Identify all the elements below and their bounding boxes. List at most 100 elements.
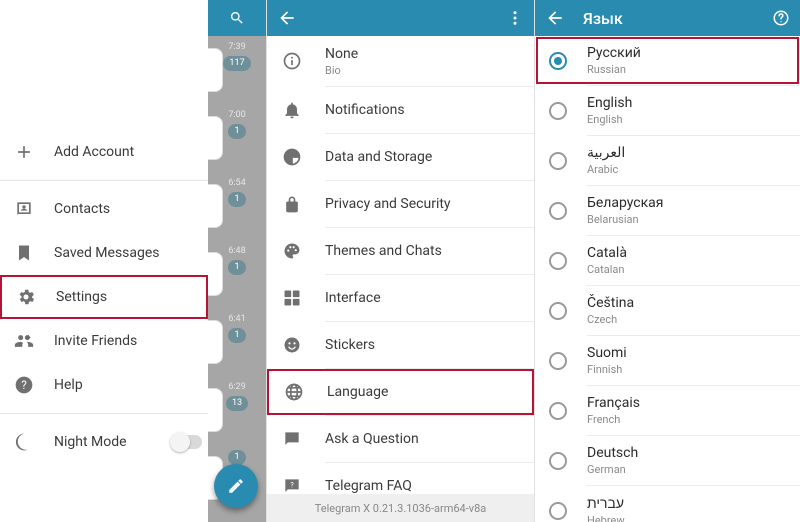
chat-time: 6:54 (228, 178, 245, 188)
language-screen: Язык РусскийRussianEnglishEnglishالعربية… (534, 0, 800, 522)
settings-item-label: Notifications (325, 102, 405, 118)
settings-item-themes-and-chats[interactable]: Themes and Chats (267, 228, 534, 274)
drawer-item-label: Night Mode (54, 434, 127, 450)
language-native: Deutsch (587, 445, 638, 461)
bookmark-icon (14, 243, 34, 263)
settings-item-language[interactable]: Language (267, 369, 534, 415)
palette-icon (281, 240, 303, 262)
language-english: Belarusian (587, 213, 663, 226)
chat-time: 6:41 (228, 314, 245, 324)
lock-icon (281, 193, 303, 215)
settings-item-label: Stickers (325, 337, 375, 353)
language-option-finnish[interactable]: SuomiFinnish (535, 336, 800, 385)
search-icon (229, 10, 245, 26)
unread-badge: 1 (228, 260, 246, 275)
compose-fab[interactable] (214, 464, 258, 508)
language-native: العربية (587, 145, 625, 161)
chat-list-dimmed: 7:391177:001 6:54 1 6:48 1 6:4116:2913 1 (208, 0, 266, 522)
contact-icon (14, 199, 34, 219)
radio-icon (549, 102, 567, 120)
night-mode-toggle[interactable] (172, 435, 202, 449)
settings-item-label: Privacy and Security (325, 196, 451, 212)
language-option-czech[interactable]: ČeštinaCzech (535, 286, 800, 335)
language-topbar: Язык (535, 0, 800, 36)
language-english: Hebrew (587, 514, 625, 522)
language-title: Язык (583, 9, 772, 28)
more-button[interactable] (506, 9, 524, 27)
settings-screen: None Bio Notifications Data and Storage Pr… (266, 0, 534, 522)
unread-badge: 117 (223, 56, 250, 71)
drawer-item-label: Settings (56, 289, 107, 305)
language-option-german[interactable]: DeutschGerman (535, 436, 800, 485)
drawer-item-invite-friends[interactable]: Invite Friends (0, 319, 208, 363)
settings-item-label: Data and Storage (325, 149, 432, 165)
radio-icon (549, 402, 567, 420)
drawer-item-label: Contacts (54, 201, 110, 217)
language-option-catalan[interactable]: CatalàCatalan (535, 236, 800, 285)
faq-icon: ? (281, 475, 303, 494)
chat-row[interactable]: 6:411 (223, 308, 250, 376)
version-bar: Telegram X 0.21.3.1036-arm64-v8a (267, 494, 534, 522)
language-option-hebrew[interactable]: עברית Hebrew (535, 486, 800, 522)
language-native: Čeština (587, 295, 634, 311)
language-english: Russian (587, 63, 641, 76)
language-english: English (587, 113, 632, 126)
drawer-item-add-account[interactable]: Add Account (0, 130, 208, 174)
language-option-belarusian[interactable]: Беларуская Belarusian (535, 186, 800, 235)
radio-icon (549, 302, 567, 320)
radio-icon (549, 152, 567, 170)
gear-icon (16, 287, 36, 307)
chat-time: 6:48 (228, 246, 245, 256)
language-native: Беларуская (587, 195, 663, 211)
settings-item-label: Telegram FAQ (325, 478, 412, 494)
back-button[interactable] (277, 8, 297, 28)
sticker-icon (281, 334, 303, 356)
language-option-russian[interactable]: Русский Russian (535, 36, 800, 85)
drawer-item-saved-messages[interactable]: Saved Messages (0, 231, 208, 275)
chat-row[interactable]: 7:001 (223, 104, 250, 172)
settings-item-telegram-faq[interactable]: ? Telegram FAQ (267, 463, 534, 494)
language-option-arabic[interactable]: العربيةArabic (535, 136, 800, 185)
chat-row[interactable]: 6:2913 (223, 376, 250, 444)
search-button[interactable] (208, 0, 266, 36)
back-button[interactable] (545, 8, 565, 28)
settings-bio-sub: Bio (325, 64, 358, 77)
settings-item-interface[interactable]: Interface (267, 275, 534, 321)
settings-item-label: Themes and Chats (325, 243, 442, 259)
language-native: Русский (587, 45, 641, 61)
language-native: עברית (587, 495, 625, 512)
drawer-item-settings[interactable]: Settings (0, 275, 208, 319)
drawer-item-help[interactable]: ?Help (0, 363, 208, 407)
help-circle-icon (772, 9, 790, 27)
settings-item-label: Language (327, 384, 388, 400)
language-option-english[interactable]: EnglishEnglish (535, 86, 800, 135)
radio-icon (549, 502, 567, 520)
chat-icon (281, 428, 303, 450)
svg-text:?: ? (290, 480, 294, 489)
chat-row[interactable]: 7:39117 (223, 36, 250, 104)
language-option-french[interactable]: FrançaisFrench (535, 386, 800, 435)
drawer-item-contacts[interactable]: Contacts (0, 187, 208, 231)
moon-icon (14, 432, 34, 452)
settings-topbar (267, 0, 534, 36)
settings-item-label: Ask a Question (325, 431, 419, 447)
settings-item-data-and-storage[interactable]: Data and Storage (267, 134, 534, 180)
unread-badge: 1 (228, 124, 246, 139)
settings-item-stickers[interactable]: Stickers (267, 322, 534, 368)
arrow-left-icon (277, 8, 297, 28)
settings-item-notifications[interactable]: Notifications (267, 87, 534, 133)
drawer-item-night-mode[interactable]: Night Mode (0, 420, 208, 464)
settings-bio-title: None (325, 46, 358, 62)
settings-item-ask-a-question[interactable]: Ask a Question (267, 416, 534, 462)
settings-item-privacy-and-security[interactable]: Privacy and Security (267, 181, 534, 227)
chat-row[interactable]: 6:48 1 (223, 240, 250, 308)
chat-row[interactable]: 6:54 1 (223, 172, 250, 240)
unread-badge: 1 (228, 192, 246, 207)
invite-icon (14, 331, 34, 351)
help-button[interactable] (772, 9, 790, 27)
settings-bio[interactable]: None Bio (267, 36, 534, 86)
language-native: Français (587, 395, 640, 411)
language-english: Finnish (587, 363, 627, 376)
language-english: Catalan (587, 263, 627, 276)
info-icon (281, 50, 303, 72)
